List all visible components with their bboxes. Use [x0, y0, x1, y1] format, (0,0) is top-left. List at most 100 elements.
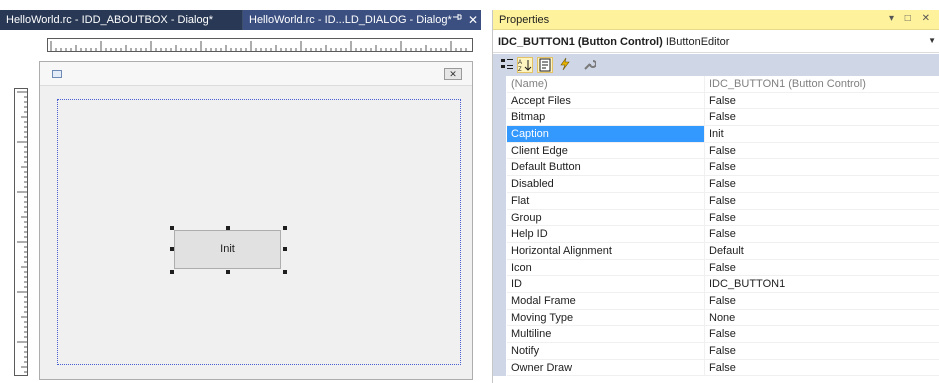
property-value[interactable]: False	[705, 176, 939, 193]
property-name[interactable]: Accept Files	[507, 92, 705, 110]
property-value[interactable]: Default	[705, 243, 939, 260]
property-name[interactable]: Caption	[507, 126, 705, 143]
property-name[interactable]: Client Edge	[507, 142, 705, 160]
property-name[interactable]: (Name)	[507, 76, 705, 93]
horizontal-ruler[interactable]	[47, 38, 473, 52]
property-value[interactable]: False	[705, 93, 939, 110]
property-row[interactable]: Group False	[493, 209, 939, 227]
property-value[interactable]: False	[705, 159, 939, 177]
property-name[interactable]: Default Button	[507, 159, 705, 177]
alphabetical-icon[interactable]: AZ	[517, 57, 533, 73]
tab-label: HelloWorld.rc - IDD_ABOUTBOX - Dialog*	[6, 14, 214, 26]
property-value[interactable]: False	[705, 193, 939, 210]
vertical-ruler[interactable]	[14, 88, 28, 376]
property-row[interactable]: Icon False	[493, 259, 939, 277]
property-value[interactable]: IDC_BUTTON1 (Button Control)	[705, 76, 939, 93]
resize-handle-s[interactable]	[226, 270, 230, 274]
property-row[interactable]: Help ID False	[493, 226, 939, 243]
chevron-down-icon[interactable]: ▼	[928, 36, 936, 45]
resize-handle-se[interactable]	[283, 270, 287, 274]
dialog-close-button[interactable]: ✕	[444, 68, 462, 80]
property-value[interactable]: False	[705, 326, 939, 343]
object-selector[interactable]: IDC_BUTTON1 (Button Control) IButtonEdit…	[493, 31, 939, 53]
property-name[interactable]: Owner Draw	[507, 359, 705, 377]
property-name[interactable]: Modal Frame	[507, 292, 705, 310]
property-name[interactable]: ID	[507, 276, 705, 293]
init-button[interactable]: Init	[174, 230, 281, 269]
property-name[interactable]: Group	[507, 209, 705, 227]
object-editor-type: IButtonEditor	[665, 36, 730, 48]
dialog-titlebar: ✕	[40, 62, 472, 86]
pin-icon[interactable]	[452, 10, 462, 30]
window-icon	[52, 70, 62, 78]
object-name: IDC_BUTTON1 (Button Control)	[498, 36, 663, 48]
properties-icon[interactable]	[537, 57, 553, 73]
tab-main-dialog[interactable]: HelloWorld.rc - ID...LD_DIALOG - Dialog*…	[243, 10, 481, 30]
dialog-preview: ✕ Init	[39, 61, 473, 380]
property-value[interactable]: False	[705, 260, 939, 277]
property-value[interactable]: False	[705, 343, 939, 360]
selected-object-label: IDC_BUTTON1 (Button Control) IButtonEdit…	[498, 36, 729, 48]
row-gutter	[493, 242, 506, 260]
row-gutter	[493, 176, 506, 193]
row-gutter	[493, 126, 506, 143]
property-name[interactable]: Moving Type	[507, 309, 705, 327]
property-row[interactable]: Horizontal Alignment Default	[493, 242, 939, 260]
dialog-client-area[interactable]: Init	[44, 90, 468, 376]
resize-handle-nw[interactable]	[170, 226, 174, 230]
property-value[interactable]: Init	[705, 126, 939, 143]
property-row[interactable]: (Name) IDC_BUTTON1 (Button Control)	[493, 76, 939, 93]
property-name[interactable]: Flat	[507, 192, 705, 210]
resize-handle-ne[interactable]	[283, 226, 287, 230]
property-row[interactable]: Client Edge False	[493, 142, 939, 160]
property-name[interactable]: Notify	[507, 343, 705, 360]
property-name[interactable]: Bitmap	[507, 109, 705, 127]
property-row[interactable]: Owner Draw False	[493, 359, 939, 377]
resize-handle-e[interactable]	[283, 247, 287, 251]
property-row[interactable]: Modal Frame False	[493, 292, 939, 310]
row-gutter	[493, 359, 506, 377]
property-name[interactable]: Icon	[507, 259, 705, 277]
resize-handle-n[interactable]	[226, 226, 230, 230]
window-controls[interactable]: ▾ □ ✕	[889, 13, 934, 24]
property-row[interactable]: ID IDC_BUTTON1	[493, 276, 939, 293]
close-tab-icon[interactable]: ✕	[468, 10, 478, 30]
property-value[interactable]: IDC_BUTTON1	[705, 276, 939, 293]
property-value[interactable]: False	[705, 226, 939, 243]
row-gutter	[493, 226, 506, 243]
tab-aboutbox-dialog[interactable]: HelloWorld.rc - IDD_ABOUTBOX - Dialog*	[0, 10, 243, 30]
property-name[interactable]: Horizontal Alignment	[507, 242, 705, 260]
property-pages-icon[interactable]	[581, 57, 597, 73]
property-row[interactable]: Disabled False	[493, 176, 939, 193]
svg-text:Z: Z	[518, 67, 522, 72]
property-value[interactable]: False	[705, 293, 939, 310]
property-row[interactable]: Bitmap False	[493, 109, 939, 127]
property-row[interactable]: Flat False	[493, 192, 939, 210]
property-value[interactable]: False	[705, 109, 939, 127]
property-row[interactable]: Caption Init	[493, 126, 939, 143]
property-row[interactable]: Default Button False	[493, 159, 939, 177]
categorized-icon[interactable]	[499, 57, 515, 73]
properties-title: Properties	[499, 14, 550, 26]
property-value[interactable]: None	[705, 310, 939, 327]
property-value[interactable]: False	[705, 143, 939, 160]
property-row[interactable]: Notify False	[493, 343, 939, 360]
property-value[interactable]: False	[705, 360, 939, 377]
tab-label: HelloWorld.rc - ID...LD_DIALOG - Dialog*	[249, 14, 452, 26]
property-row[interactable]: Moving Type None	[493, 309, 939, 327]
row-gutter	[493, 92, 506, 110]
row-gutter	[493, 326, 506, 343]
property-row[interactable]: Multiline False	[493, 326, 939, 343]
events-icon[interactable]	[557, 57, 573, 73]
row-gutter	[493, 76, 506, 93]
property-row[interactable]: Accept Files False	[493, 92, 939, 110]
property-name[interactable]: Disabled	[507, 176, 705, 193]
property-value[interactable]: False	[705, 210, 939, 227]
resize-handle-sw[interactable]	[170, 270, 174, 274]
property-name[interactable]: Multiline	[507, 326, 705, 343]
row-gutter	[493, 343, 506, 360]
property-name[interactable]: Help ID	[507, 226, 705, 243]
resize-handle-w[interactable]	[170, 247, 174, 251]
svg-text:A: A	[518, 60, 522, 66]
properties-titlebar[interactable]: Properties ▾ □ ✕	[493, 10, 939, 30]
